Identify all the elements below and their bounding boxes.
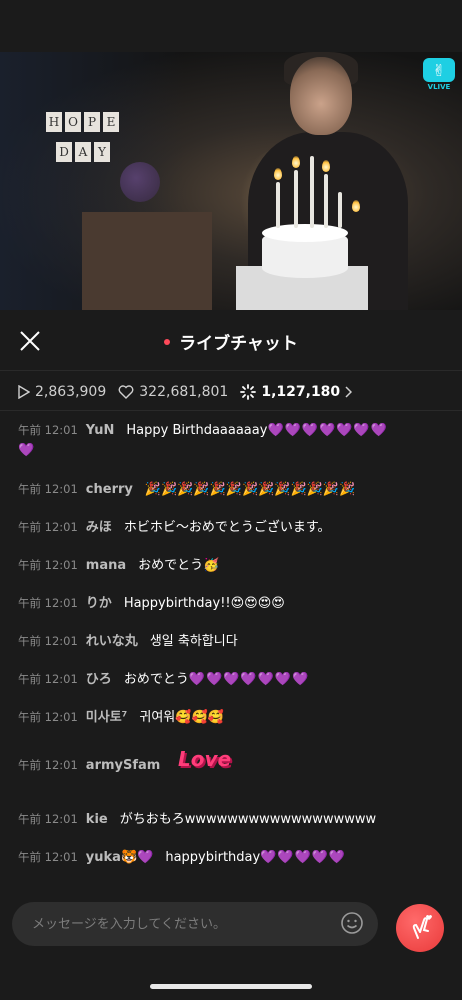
purple-heart-icons: 💜💜💜💜💜💜💜 [267, 423, 388, 438]
message-time: 午前 12:01 [18, 558, 78, 572]
play-icon [18, 385, 30, 399]
sign-letter: E [103, 112, 119, 132]
chat-title-text: ライブチャット [179, 334, 298, 354]
message-user[interactable]: 미사토⁷ [86, 710, 128, 725]
message-text: ホビホビ〜おめでとうございます。 [123, 520, 331, 535]
sign-letter: D [56, 142, 72, 162]
message-text: happybirthday [165, 850, 261, 865]
heart-count-value: 322,681,801 [139, 384, 229, 400]
chat-message: 午前 12:01 cherry 🎉🎉🎉🎉🎉🎉🎉🎉🎉🎉🎉🎉🎉 [18, 479, 444, 500]
play-count: 2,863,909 [18, 384, 106, 400]
vlive-v-icon: ✌ [423, 58, 455, 82]
vlive-logo: ✌ VLIVE [423, 58, 455, 94]
message-time: 午前 12:01 [18, 758, 78, 772]
status-bar [0, 0, 462, 52]
message-time: 午前 12:01 [18, 482, 78, 496]
love-sticker: Love [178, 747, 232, 771]
sign-row-top: H O P E [46, 112, 128, 132]
cake-top [262, 224, 348, 242]
message-text: 🎉🎉🎉🎉🎉🎉🎉🎉🎉🎉🎉🎉🎉 [144, 482, 356, 497]
purple-heart-icons: 💜 [18, 443, 36, 458]
message-text: 생일 축하합니다 [149, 634, 238, 649]
candle-flame [292, 156, 300, 168]
message-text: おめでとう [123, 672, 189, 687]
message-text: 귀여워🥰🥰🥰 [139, 710, 224, 725]
message-user[interactable]: ひろ [86, 672, 112, 687]
purple-heart-icons: 💜💜💜💜💜 [260, 850, 347, 865]
sign-letter: A [75, 142, 91, 162]
chat-message: 午前 12:01 kie がちおもろwwwwwwwwwwwwwwwwww [18, 809, 444, 830]
message-time: 午前 12:01 [18, 812, 78, 826]
chat-message: 午前 12:01 mana おめでとう🥳 [18, 555, 444, 576]
person-head [290, 57, 352, 135]
message-user[interactable]: mana [86, 558, 126, 573]
sign-letter: O [65, 112, 81, 132]
message-user[interactable]: みほ [86, 520, 112, 535]
home-indicator [150, 984, 312, 989]
candle [324, 174, 328, 228]
chat-message: 午前 12:01 れいな丸 생일 축하합니다 [18, 631, 444, 652]
message-text: おめでとう🥳 [138, 558, 220, 573]
purple-heart-icons: 💜💜💜💜💜💜💜 [188, 672, 310, 687]
sign-letter: H [46, 112, 62, 132]
stats-bar: 2,863,909 322,681,801 1,127,180 [18, 381, 369, 403]
message-user[interactable]: yuka🐯💜 [86, 850, 154, 865]
sign-letter: Y [94, 142, 110, 162]
chat-message: 午前 12:01 armySfam Love [18, 749, 444, 787]
candle [310, 156, 314, 228]
chat-input-bar [0, 888, 462, 1000]
sign-letter: P [84, 112, 100, 132]
candle [276, 182, 280, 228]
candle-flame [322, 160, 330, 172]
chat-message: 午前 12:01 YuN Happy Birthdaaaaaay💜💜💜💜💜💜💜 💜 [18, 420, 444, 461]
message-user[interactable]: YuN [86, 423, 115, 438]
chat-message: 午前 12:01 미사토⁷ 귀여워🥰🥰🥰 [18, 707, 444, 728]
sign-row-bottom: D A Y [56, 142, 128, 162]
loading-spinner-icon [240, 384, 257, 400]
message-user[interactable]: cherry [86, 482, 133, 497]
play-count-value: 2,863,909 [35, 384, 107, 400]
message-time: 午前 12:01 [18, 634, 78, 648]
chat-message: 午前 12:01 ひろ おめでとう💜💜💜💜💜💜💜 [18, 669, 444, 690]
candle [294, 170, 298, 228]
message-time: 午前 12:01 [18, 672, 78, 686]
chat-messages[interactable]: 午前 12:01 YuN Happy Birthdaaaaaay💜💜💜💜💜💜💜 💜 … [0, 411, 462, 891]
message-time: 午前 12:01 [18, 710, 78, 724]
message-user[interactable]: armySfam [86, 758, 161, 773]
gift-box [82, 212, 212, 310]
message-text: がちおもろwwwwwwwwwwwwwwwwww [119, 812, 377, 827]
finger-heart-icon [412, 915, 432, 939]
emoji-button[interactable] [340, 911, 364, 935]
hope-day-sign: H O P E D A Y [46, 112, 128, 220]
smiley-icon [341, 912, 363, 934]
heart-outline-icon [118, 385, 134, 399]
message-time: 午前 12:01 [18, 850, 78, 864]
chat-message: 午前 12:01 yuka🐯💜 happybirthday💜💜💜💜💜 [18, 847, 444, 868]
chat-message: 午前 12:01 りか Happybirthday!!😍😍😍😍 [18, 593, 444, 614]
message-text: Happybirthday!!😍😍😍😍 [123, 596, 285, 611]
message-user[interactable]: kie [86, 812, 108, 827]
balloon [120, 162, 160, 202]
chat-title: ライブチャット [0, 329, 462, 354]
message-user[interactable]: りか [86, 596, 112, 611]
message-text: Happy Birthdaaaaaay [126, 423, 268, 438]
viewer-count-value: 1,127,180 [261, 384, 341, 400]
vlive-label: VLIVE [427, 83, 451, 91]
chat-message: 午前 12:01 みほ ホビホビ〜おめでとうございます。 [18, 517, 444, 538]
message-time: 午前 12:01 [18, 596, 78, 610]
candle [338, 192, 342, 228]
candle-flame [274, 168, 282, 180]
viewer-count[interactable]: 1,127,180 [240, 384, 357, 400]
message-time: 午前 12:01 [18, 520, 78, 534]
finger-heart-button[interactable] [396, 904, 444, 952]
chevron-right-icon [345, 386, 353, 398]
candle-flame [352, 200, 360, 212]
video-player[interactable]: H O P E D A Y ✌ VLIVE [0, 52, 462, 310]
heart-count: 322,681,801 [118, 384, 228, 400]
message-user[interactable]: れいな丸 [86, 634, 138, 649]
message-input[interactable] [12, 902, 378, 946]
message-time: 午前 12:01 [18, 423, 78, 437]
live-dot-icon [164, 339, 171, 345]
chat-header: ライブチャット [0, 312, 462, 371]
